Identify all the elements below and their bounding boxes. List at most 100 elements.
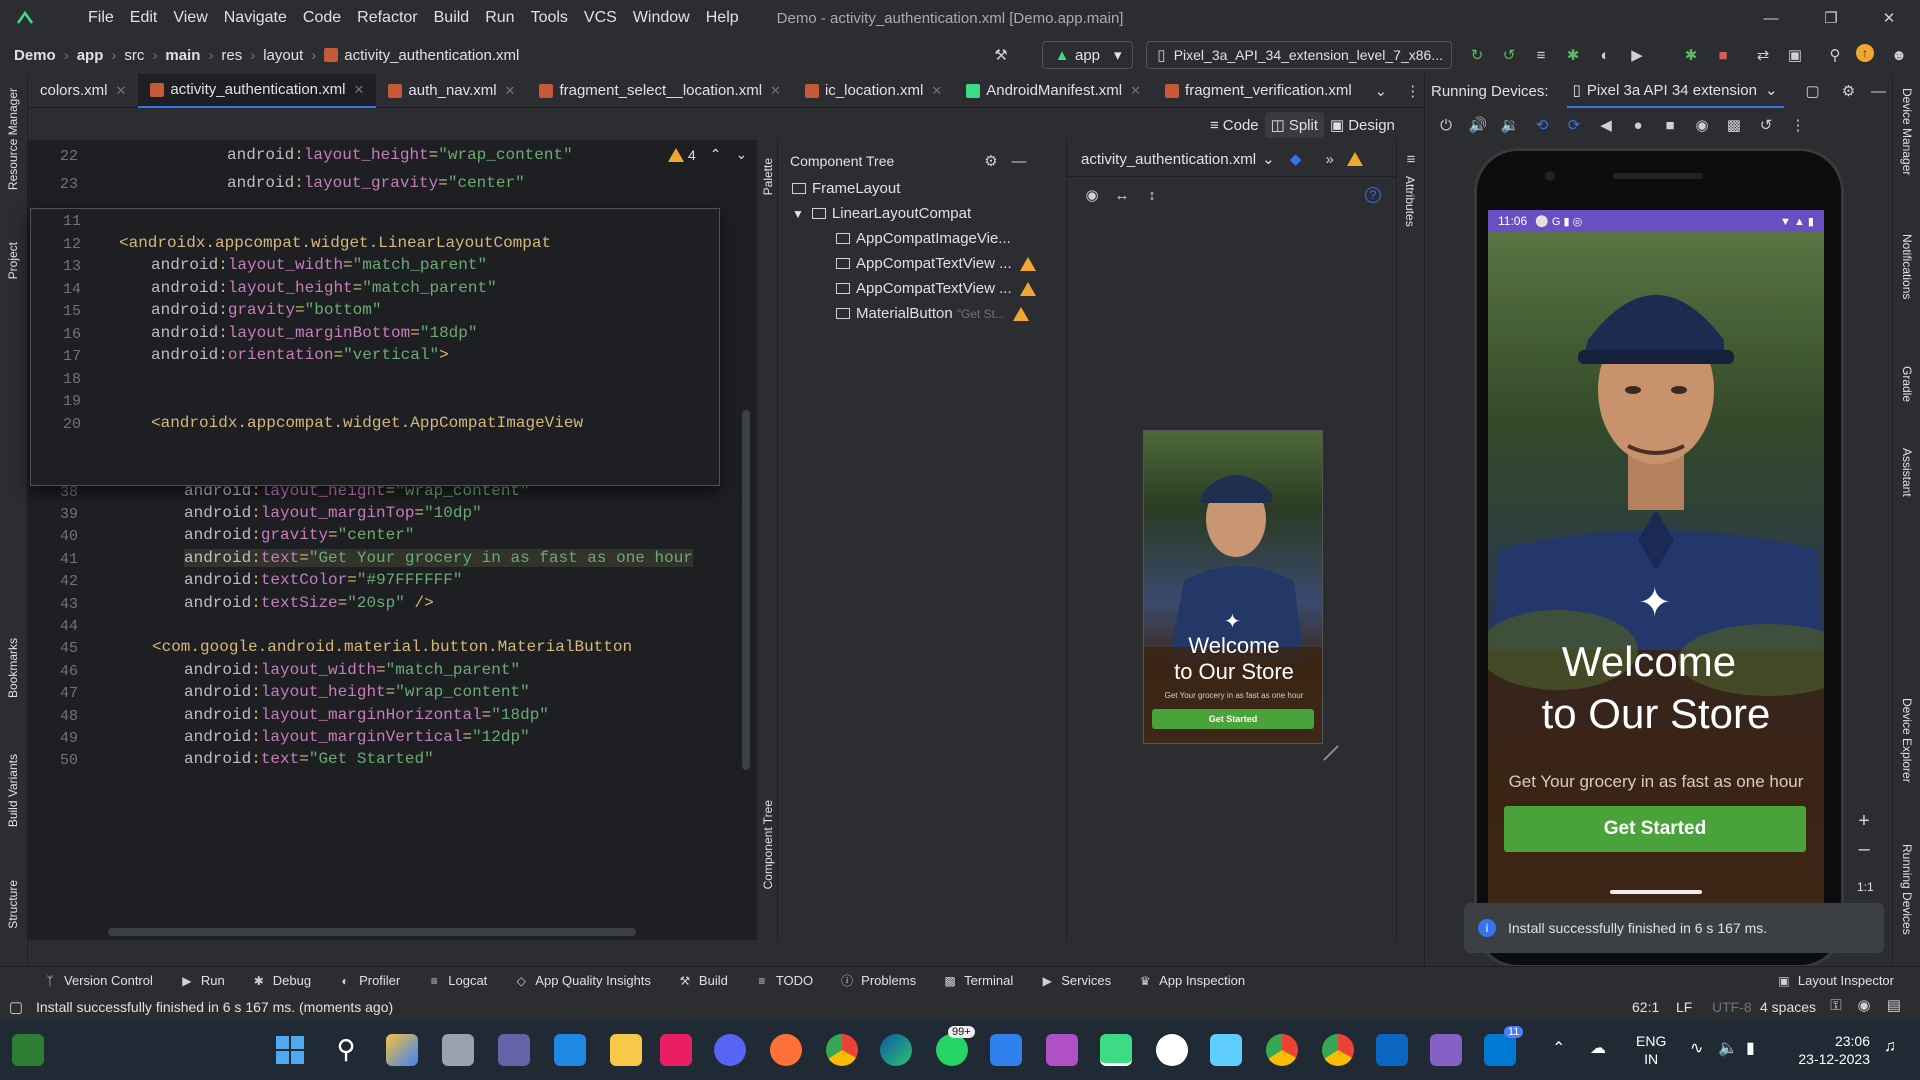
tab-fragment-select-location[interactable]: fragment_select__location.xml ✕: [527, 74, 793, 108]
lock-icon[interactable]: ⚿: [1828, 997, 1844, 1014]
volume-icon[interactable]: 🔈: [1718, 1038, 1738, 1058]
sync-gradle-icon[interactable]: ⇄: [1752, 44, 1774, 66]
stop-icon[interactable]: ■: [1712, 44, 1734, 66]
more-tabs-icon[interactable]: ⋮: [1402, 80, 1424, 102]
help-icon[interactable]: ?: [1365, 187, 1381, 203]
tree-item-textview-2[interactable]: AppCompatTextView ...: [836, 280, 1036, 297]
menu-navigate[interactable]: Navigate: [224, 9, 287, 27]
terminal-tool[interactable]: ▩ Terminal: [942, 973, 1013, 989]
split-mode-button[interactable]: ◫ Split: [1264, 112, 1324, 138]
tab-activity-authentication[interactable]: activity_authentication.xml ✕: [138, 73, 377, 108]
input-language[interactable]: ENG IN: [1636, 1032, 1666, 1068]
horizontal-scrollbar[interactable]: [108, 928, 636, 936]
services-tool[interactable]: ▶ Services: [1039, 973, 1111, 989]
assistant-tab[interactable]: Assistant: [1900, 448, 1914, 497]
apply-code-changes-icon[interactable]: ≡: [1530, 44, 1552, 66]
debug-icon[interactable]: ✱: [1562, 44, 1584, 66]
edge-icon[interactable]: [880, 1034, 912, 1066]
hammer-icon[interactable]: ⚒: [990, 44, 1012, 66]
tree-item-framelayout[interactable]: FrameLayout: [792, 180, 900, 197]
problems-tool[interactable]: ⓘ Problems: [839, 973, 916, 989]
menu-file[interactable]: File: [88, 9, 114, 27]
attach-debugger-icon[interactable]: ✱: [1680, 44, 1702, 66]
mail-icon[interactable]: [1484, 1034, 1516, 1066]
back-icon[interactable]: ◀: [1595, 114, 1617, 136]
breadcrumb-main[interactable]: main: [165, 47, 200, 64]
close-tab-icon[interactable]: ✕: [770, 83, 781, 99]
running-devices-tab[interactable]: Running Devices: [1900, 844, 1914, 935]
attributes-icon[interactable]: ≡: [1400, 148, 1422, 170]
breadcrumb-project[interactable]: Demo: [14, 47, 56, 64]
desktop-widget-icon[interactable]: [12, 1034, 44, 1066]
breadcrumb-app[interactable]: app: [77, 47, 104, 64]
breadcrumb-layout[interactable]: layout: [263, 47, 303, 64]
file-encoding[interactable]: UTF-8: [1712, 999, 1752, 1015]
screenshot-icon[interactable]: ◉: [1691, 114, 1713, 136]
menu-build[interactable]: Build: [434, 9, 470, 27]
logcat-tool[interactable]: ≡ Logcat: [426, 973, 488, 989]
teams-icon[interactable]: [498, 1034, 530, 1066]
chevron-up-icon[interactable]: ⌃: [710, 146, 722, 163]
breadcrumb-file[interactable]: activity_authentication.xml: [344, 47, 519, 64]
store-icon[interactable]: [554, 1034, 586, 1066]
android-studio-icon[interactable]: [1100, 1034, 1132, 1066]
resize-handle-icon[interactable]: [1323, 745, 1339, 761]
caret-position[interactable]: 62:1: [1632, 999, 1659, 1015]
tray-chevron-icon[interactable]: ⌃: [1552, 1038, 1565, 1058]
chevron-down-icon[interactable]: ▼: [792, 207, 804, 221]
menu-tools[interactable]: Tools: [531, 9, 568, 27]
code-mode-button[interactable]: ≡ Code: [1204, 117, 1265, 134]
github-icon[interactable]: [1156, 1034, 1188, 1066]
rerun-icon[interactable]: ↻: [1466, 44, 1488, 66]
hide-panel-icon[interactable]: —: [1008, 150, 1030, 172]
menu-code[interactable]: Code: [303, 9, 341, 27]
search-icon[interactable]: ⚲: [330, 1034, 362, 1066]
snapshot-icon[interactable]: ↺: [1755, 114, 1777, 136]
chevron-down-icon[interactable]: ⌄: [1765, 81, 1778, 99]
gear-icon[interactable]: ⚙: [1838, 80, 1860, 102]
device-manager-icon[interactable]: ▣: [1784, 44, 1806, 66]
tray-app-icon[interactable]: ☁: [1590, 1038, 1606, 1058]
volume-down-icon[interactable]: 🔉: [1499, 114, 1521, 136]
bookmarks-tab[interactable]: Bookmarks: [6, 638, 20, 698]
chrome-profile-2-icon[interactable]: [1322, 1034, 1354, 1066]
tree-item-textview-1[interactable]: AppCompatTextView ...: [836, 255, 1036, 272]
minimize-icon[interactable]: —: [1760, 7, 1782, 29]
line-ending[interactable]: LF: [1676, 999, 1692, 1015]
close-icon[interactable]: ✕: [1878, 7, 1900, 29]
design-mode-button[interactable]: ▣ Design: [1324, 116, 1401, 135]
phone-screen[interactable]: 11:06 ⚪ G ▮ ◎ ▼ ▲ ▮ ✦ Welcome to Our Sto…: [1488, 210, 1824, 916]
get-started-button[interactable]: Get Started: [1504, 806, 1806, 852]
menu-run[interactable]: Run: [485, 9, 514, 27]
clock[interactable]: 23:06 23-12-2023: [1790, 1032, 1870, 1068]
layers-icon[interactable]: ◆: [1285, 148, 1307, 170]
gesture-nav-bar[interactable]: [1610, 890, 1702, 894]
home-icon[interactable]: ●: [1627, 114, 1649, 136]
profiler-tool[interactable]: ◐ Profiler: [337, 973, 400, 989]
menu-view[interactable]: View: [173, 9, 207, 27]
memory-icon[interactable]: ▤: [1886, 997, 1902, 1014]
close-tab-icon[interactable]: ✕: [354, 82, 365, 98]
task-view-icon[interactable]: [442, 1034, 474, 1066]
visual-studio-icon[interactable]: [1430, 1034, 1462, 1066]
tree-item-imageview[interactable]: AppCompatImageVie...: [836, 230, 1011, 247]
tab-auth-nav[interactable]: auth_nav.xml ✕: [376, 74, 527, 108]
chrome-icon[interactable]: [826, 1034, 858, 1066]
account-icon[interactable]: ☻: [1888, 44, 1910, 66]
rotate-left-icon[interactable]: ⟲: [1531, 114, 1553, 136]
vscode-icon[interactable]: [990, 1034, 1022, 1066]
version-control-tool[interactable]: ᛉ Version Control: [42, 973, 153, 989]
menu-window[interactable]: Window: [633, 9, 690, 27]
tab-android-manifest[interactable]: AndroidManifest.xml ✕: [954, 74, 1153, 108]
linkedin-icon[interactable]: [1376, 1034, 1408, 1066]
more-chevron-icon[interactable]: »: [1319, 148, 1341, 170]
close-tab-icon[interactable]: ✕: [931, 83, 942, 99]
app-inspection-tool[interactable]: ♛ App Inspection: [1137, 973, 1245, 989]
notification-bell-icon[interactable]: ♫: [1884, 1038, 1896, 1056]
project-tab[interactable]: Project: [6, 242, 20, 279]
search-icon[interactable]: ⚲: [1824, 44, 1846, 66]
layout-file-selector[interactable]: activity_authentication.xml: [1081, 151, 1256, 168]
gradle-tab[interactable]: Gradle: [1900, 366, 1914, 402]
close-tab-icon[interactable]: ✕: [116, 83, 127, 99]
notepad-icon[interactable]: [1210, 1034, 1242, 1066]
